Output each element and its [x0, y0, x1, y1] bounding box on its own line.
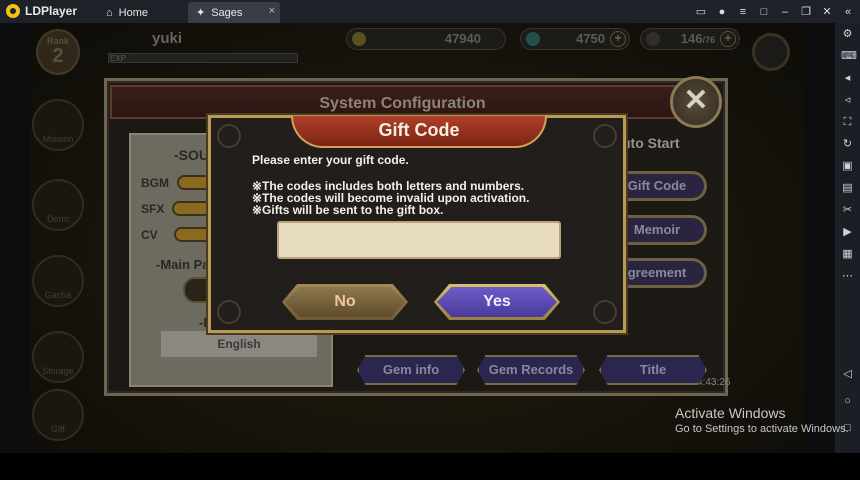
app-brand: LDPlayer	[6, 4, 77, 18]
gift-code-prompt: Please enter your gift code.	[252, 153, 409, 167]
record-icon[interactable]: ▤	[841, 182, 854, 195]
volume-down-icon[interactable]: ◃	[841, 94, 854, 107]
gift-code-input[interactable]	[277, 221, 561, 259]
minimize-icon[interactable]: –	[779, 6, 791, 18]
fullscreen-icon[interactable]: ⛶	[841, 116, 854, 129]
auto-start-label: uto Start	[622, 135, 680, 151]
left-letterbox	[0, 23, 30, 453]
bottom-letterbox	[0, 453, 860, 480]
bgm-slider[interactable]: BGM	[141, 175, 217, 190]
macro-icon[interactable]: ▶	[841, 226, 854, 239]
no-button-label: No	[334, 293, 356, 310]
gift-code-banner: Gift Code	[291, 116, 547, 148]
screenshot-icon[interactable]: □	[758, 6, 770, 18]
restore-icon[interactable]: ❐	[800, 6, 812, 18]
system-config-header: System Configuration	[110, 85, 695, 119]
multi-instance-icon[interactable]: ▦	[841, 248, 854, 261]
gift-note-3: ※Gifts will be sent to the gift box.	[252, 203, 444, 217]
gem-info-button[interactable]: Gem info	[357, 355, 465, 385]
system-config-title: System Configuration	[319, 95, 486, 112]
main-panel-label: -Main Pa	[156, 257, 210, 272]
scissors-icon[interactable]: ✂	[841, 204, 854, 217]
tab-close-icon[interactable]: ×	[269, 5, 275, 17]
emulator-sidebar: ⚙ ⌨ ◂ ◃ ⛶ ↻ ▣ ▤ ✂ ▶ ▦ ⋯ ◁ ○ □	[835, 23, 860, 453]
ornament-icon	[593, 300, 617, 324]
bgm-label: BGM	[141, 175, 169, 190]
home-icon: ⌂	[106, 6, 113, 19]
ornament-icon	[217, 124, 241, 148]
right-letterbox	[805, 23, 835, 453]
yes-button-label: Yes	[483, 293, 511, 310]
tab-home-label: Home	[118, 6, 148, 19]
sfx-track[interactable]	[172, 201, 213, 216]
ldplayer-logo-icon	[6, 4, 20, 18]
tab-home[interactable]: ⌂ Home	[98, 2, 186, 23]
gift-code-dialog: Gift Code Please enter your gift code. ※…	[208, 115, 626, 333]
sfx-label: SFX	[141, 201, 165, 216]
rotate-icon[interactable]: ↻	[841, 138, 854, 151]
game-tab-icon: ✦	[196, 7, 206, 19]
tab-sages[interactable]: ✦ Sages ×	[188, 2, 280, 23]
system-config-close-button[interactable]: ✕	[670, 76, 722, 128]
gem-records-button[interactable]: Gem Records	[477, 355, 585, 385]
language-select[interactable]: English	[161, 331, 317, 357]
cv-slider[interactable]: CV	[141, 227, 214, 242]
back-icon[interactable]: ◁	[841, 368, 854, 381]
sound-title: -SOU	[174, 147, 209, 163]
gift-code-title: Gift Code	[378, 120, 460, 140]
window-controls: ▭ ● ≡ □ – ❐ ✕ «	[695, 0, 854, 23]
emulator-titlebar: LDPlayer ⌂ Home ✦ Sages × ▭ ● ≡ □ – ❐ ✕ …	[0, 0, 860, 23]
cv-label: CV	[141, 227, 158, 242]
ornament-icon	[217, 300, 241, 324]
sfx-slider[interactable]: SFX	[141, 201, 213, 216]
watermark-title: Activate Windows	[675, 405, 786, 421]
more-icon[interactable]: ⋯	[841, 270, 854, 283]
account-icon[interactable]: ●	[716, 6, 728, 18]
gamepad-icon[interactable]: ▭	[695, 6, 707, 18]
install-apk-icon[interactable]: ▣	[841, 160, 854, 173]
settings-icon[interactable]: ⚙	[841, 28, 854, 41]
keyboard-icon[interactable]: ⌨	[841, 50, 857, 63]
windows-activation-watermark: Activate Windows Go to Settings to activ…	[675, 405, 849, 435]
menu-icon[interactable]: ≡	[737, 6, 749, 18]
title-button[interactable]: Title	[599, 355, 707, 385]
tab-sages-label: Sages	[211, 6, 243, 19]
collapse-sidebar-icon[interactable]: «	[842, 6, 854, 18]
volume-up-icon[interactable]: ◂	[841, 72, 854, 85]
yes-button[interactable]: Yes	[434, 284, 560, 320]
no-button[interactable]: No	[282, 284, 408, 320]
app-name: LDPlayer	[25, 4, 78, 18]
close-icon[interactable]: ✕	[821, 6, 833, 18]
ornament-icon	[593, 124, 617, 148]
watermark-subtitle: Go to Settings to activate Windows.	[675, 423, 849, 435]
